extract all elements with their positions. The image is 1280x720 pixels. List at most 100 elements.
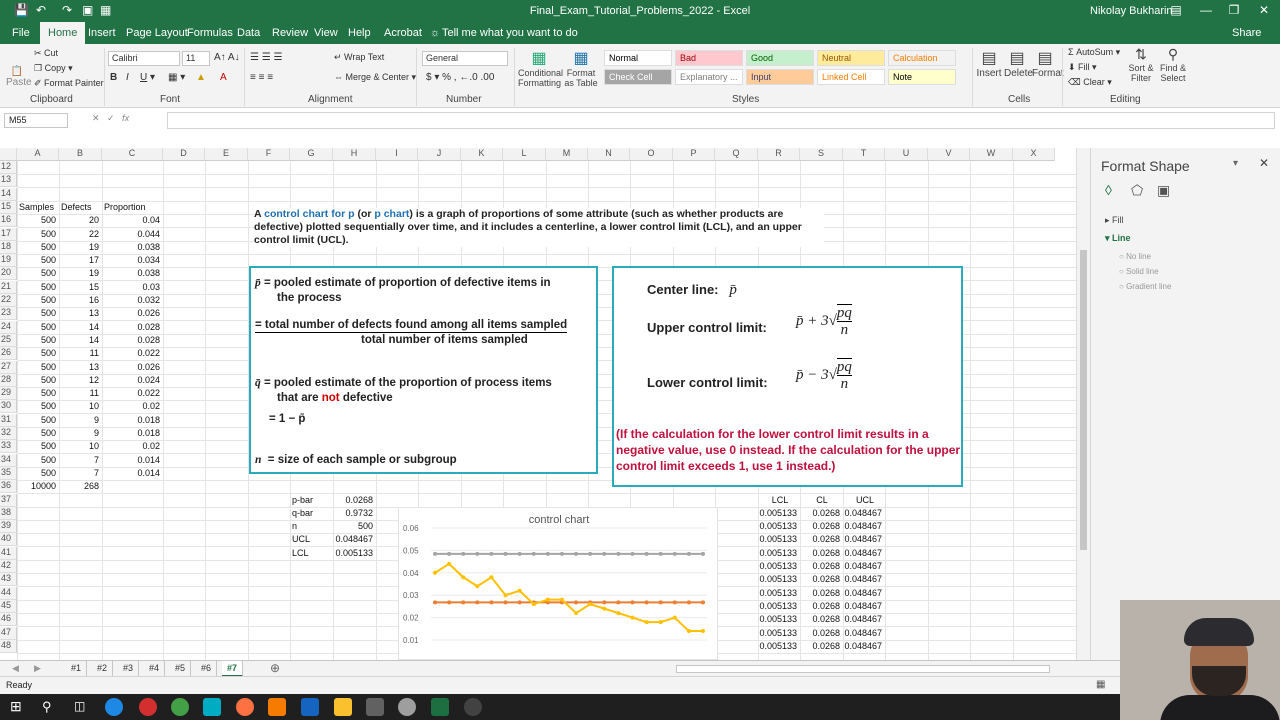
table-cell[interactable]: 0.018: [102, 427, 160, 440]
table-cell[interactable]: 500: [17, 267, 56, 280]
table-cell[interactable]: 14: [59, 334, 99, 347]
tab-page-layout[interactable]: Page Layout: [126, 27, 188, 39]
table-cell[interactable]: 0.014: [102, 454, 160, 467]
limits-cell[interactable]: 0.0268: [800, 600, 840, 613]
column-header[interactable]: J: [418, 148, 461, 161]
cell-style-0[interactable]: Normal: [604, 50, 672, 66]
stat-label[interactable]: LCL: [292, 547, 309, 560]
excel-icon[interactable]: [431, 698, 449, 716]
table-cell[interactable]: 0.02: [102, 400, 160, 413]
insert-cells-button[interactable]: ▤ Insert: [976, 48, 1002, 79]
table-cell[interactable]: 11: [59, 387, 99, 400]
limits-cell[interactable]: 0.005133: [758, 573, 797, 586]
row-header[interactable]: 37: [0, 493, 17, 507]
cell-style-3[interactable]: Neutral: [817, 50, 885, 66]
search-icon[interactable]: ⚲: [42, 699, 52, 715]
table-cell[interactable]: 500: [17, 214, 56, 227]
table-cell[interactable]: 500: [17, 307, 56, 320]
limits-cell[interactable]: 0.0268: [800, 560, 840, 573]
blender-icon[interactable]: [268, 698, 286, 716]
table-cell[interactable]: 500: [17, 361, 56, 374]
column-header[interactable]: L: [503, 148, 546, 161]
cut-button[interactable]: ✂ Cut: [34, 48, 58, 59]
column-header[interactable]: E: [205, 148, 248, 161]
table-cell[interactable]: 0.022: [102, 387, 160, 400]
table-cell[interactable]: 500: [17, 281, 56, 294]
format-cells-button[interactable]: ▤ Format: [1032, 48, 1064, 79]
definitions-box[interactable]: p̄ = pooled estimate of proportion of de…: [249, 266, 598, 474]
row-header[interactable]: 26: [0, 347, 17, 361]
horizontal-scrollbar[interactable]: [676, 665, 1050, 673]
table-cell[interactable]: 0.018: [102, 414, 160, 427]
row-header[interactable]: 41: [0, 546, 17, 560]
tab-help[interactable]: Help: [348, 27, 371, 39]
column-header[interactable]: D: [163, 148, 205, 161]
row-header[interactable]: 45: [0, 599, 17, 613]
row-header[interactable]: 24: [0, 320, 17, 334]
column-header[interactable]: R: [758, 148, 800, 161]
limits-cell[interactable]: 0.0268: [800, 613, 840, 626]
table-cell[interactable]: 500: [17, 347, 56, 360]
table-cell[interactable]: 7: [59, 454, 99, 467]
delete-cells-button[interactable]: ▤ Delete: [1004, 48, 1033, 79]
table-cell[interactable]: 10: [59, 440, 99, 453]
row-header[interactable]: 28: [0, 373, 17, 387]
limits-cell[interactable]: 0.005133: [758, 533, 797, 546]
total-cell[interactable]: 268: [59, 480, 99, 493]
row-header[interactable]: 38: [0, 506, 17, 520]
table-cell[interactable]: 16: [59, 294, 99, 307]
row-header[interactable]: 15: [0, 200, 17, 214]
fill-section[interactable]: ▸ Fill: [1105, 215, 1124, 226]
tab-insert[interactable]: Insert: [88, 27, 116, 39]
limits-cell[interactable]: 0.048467: [843, 507, 882, 520]
limits-cell[interactable]: 0.048467: [843, 560, 882, 573]
row-header[interactable]: 19: [0, 254, 17, 268]
font-name-select[interactable]: Calibri: [108, 51, 180, 66]
limits-cell[interactable]: 0.0268: [800, 573, 840, 586]
table-cell[interactable]: 0.032: [102, 294, 160, 307]
row-header[interactable]: 17: [0, 227, 17, 241]
opera-icon[interactable]: [139, 698, 157, 716]
control-limits-box[interactable]: Center line: p̄ Upper control limit: p̄ …: [612, 266, 963, 487]
row-header[interactable]: 16: [0, 214, 17, 228]
limits-cell[interactable]: 0.005133: [758, 613, 797, 626]
tab-home[interactable]: Home: [40, 22, 86, 44]
table-cell[interactable]: 500: [17, 400, 56, 413]
paste-button[interactable]: 📋 Paste: [6, 66, 32, 88]
tab-file[interactable]: File: [12, 27, 30, 39]
clear-button[interactable]: ⌫ Clear ▾: [1068, 77, 1112, 88]
table-cell[interactable]: 500: [17, 334, 56, 347]
row-header[interactable]: 25: [0, 333, 17, 347]
column-header[interactable]: S: [800, 148, 843, 161]
tab-formulas[interactable]: Formulas: [187, 27, 233, 39]
stat-value[interactable]: 0.048467: [333, 533, 373, 546]
table-cell[interactable]: 500: [17, 387, 56, 400]
limits-cell[interactable]: 0.048467: [843, 600, 882, 613]
formula-icons[interactable]: ✕ ✓ fx: [92, 113, 129, 124]
tab-data[interactable]: Data: [237, 27, 260, 39]
select-all-corner[interactable]: [0, 148, 17, 161]
share-button[interactable]: Share: [1232, 27, 1261, 39]
cell-style-1[interactable]: Bad: [675, 50, 743, 66]
bold-button[interactable]: B: [110, 72, 117, 83]
limits-cell[interactable]: 0.005133: [758, 587, 797, 600]
table-cell[interactable]: 0.038: [102, 267, 160, 280]
limits-cell[interactable]: 0.048467: [843, 520, 882, 533]
user-name[interactable]: Nikolay Bukharin: [1090, 5, 1173, 17]
column-header[interactable]: A: [17, 148, 59, 161]
sheet-tab[interactable]: #4: [144, 661, 166, 677]
table-cell[interactable]: 20: [59, 214, 99, 227]
table-cell[interactable]: 0.026: [102, 307, 160, 320]
limits-cell[interactable]: 0.005133: [758, 507, 797, 520]
stat-label[interactable]: p-bar: [292, 494, 313, 507]
stat-label[interactable]: UCL: [292, 533, 310, 546]
column-header[interactable]: F: [248, 148, 290, 161]
chrome-icon[interactable]: [171, 698, 189, 716]
column-header[interactable]: B: [59, 148, 102, 161]
sheet-tab[interactable]: #7: [222, 661, 244, 677]
worksheet-grid[interactable]: ABCDEFGHIJKLMNOPQRSTUVWX 12 13 14 15 16 17 18 1…: [0, 148, 1076, 660]
column-header[interactable]: M: [546, 148, 588, 161]
limits-cell[interactable]: 0.005133: [758, 547, 797, 560]
column-header[interactable]: I: [376, 148, 418, 161]
add-sheet-icon[interactable]: ⊕: [270, 661, 280, 675]
